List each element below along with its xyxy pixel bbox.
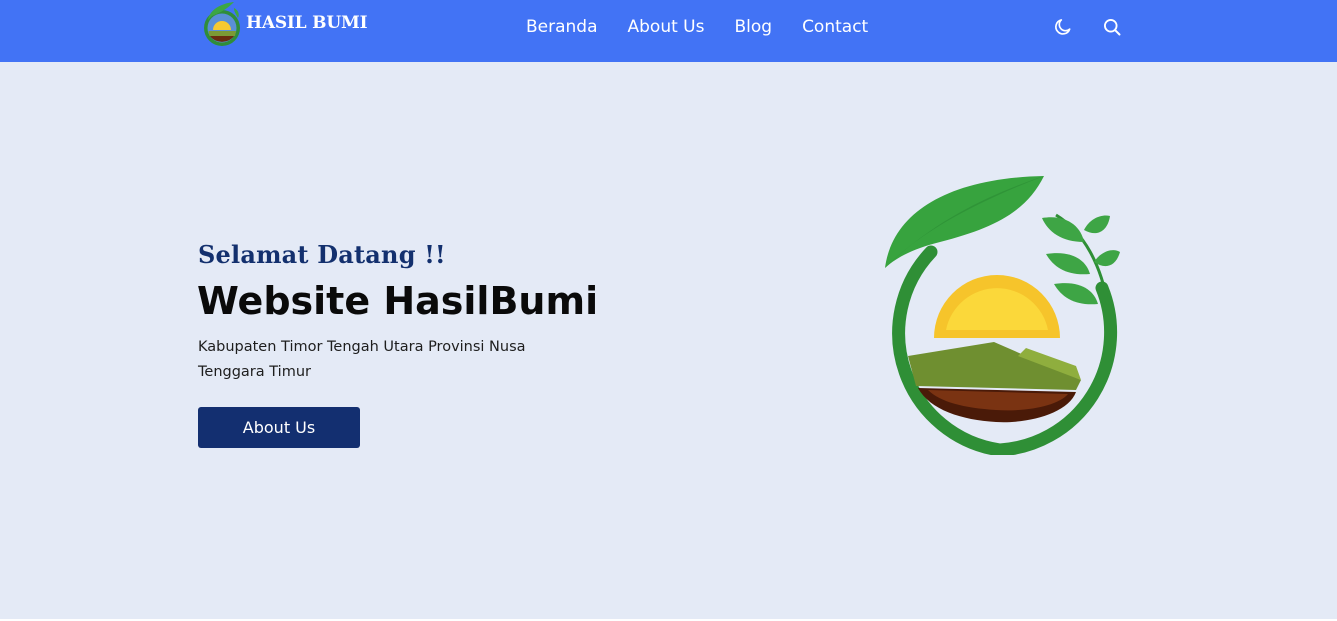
- about-us-button[interactable]: About Us: [198, 407, 360, 448]
- nav-menu: Beranda About Us Blog Contact: [511, 0, 883, 54]
- nav-link-beranda[interactable]: Beranda: [526, 17, 598, 37]
- nav-link-blog[interactable]: Blog: [734, 17, 772, 37]
- brand-name: HASIL BUMI: [246, 13, 368, 33]
- nav-link-about-us[interactable]: About Us: [628, 17, 705, 37]
- brand-logo-icon: [204, 2, 240, 46]
- navbar: HASIL BUMI Beranda About Us Blog Contact: [0, 0, 1337, 62]
- hero-description: Kabupaten Timor Tengah Utara Provinsi Nu…: [198, 339, 526, 380]
- hero-title: Website HasilBumi: [197, 279, 599, 323]
- nav-link-contact[interactable]: Contact: [802, 17, 868, 37]
- leaf-sun-landscape-logo-icon: [885, 176, 1120, 455]
- moon-icon[interactable]: [1053, 17, 1073, 37]
- brand-link[interactable]: HASIL BUMI: [200, 0, 368, 48]
- hero-subtitle: Selamat Datang !!: [198, 240, 446, 269]
- search-icon[interactable]: [1102, 17, 1122, 37]
